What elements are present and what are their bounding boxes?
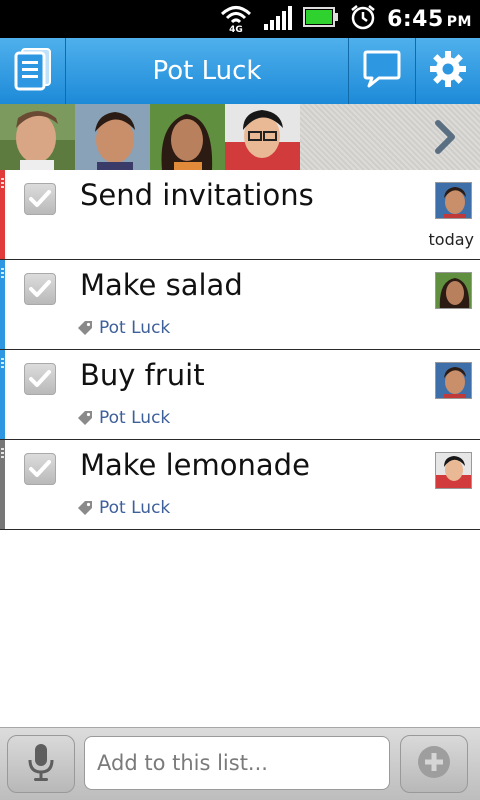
add-icon bbox=[417, 745, 451, 783]
chevron-right-icon[interactable] bbox=[432, 120, 458, 158]
task-row[interactable]: Buy fruit Pot Luck bbox=[0, 350, 480, 440]
task-title: Send invitations bbox=[80, 178, 314, 212]
task-tag-label: Pot Luck bbox=[99, 498, 171, 518]
checkmark-icon bbox=[29, 460, 51, 477]
task-color-stripe bbox=[0, 350, 5, 439]
task-checkbox[interactable] bbox=[24, 273, 56, 305]
task-checkbox[interactable] bbox=[24, 453, 56, 485]
task-tag[interactable]: Pot Luck bbox=[77, 408, 170, 428]
task-due-date: today bbox=[428, 230, 475, 249]
page-title: Pot Luck bbox=[152, 56, 262, 86]
status-time-value: 6:45 bbox=[387, 6, 444, 32]
task-row[interactable]: Send invitations today bbox=[0, 170, 480, 260]
title-bar: Pot Luck bbox=[0, 38, 480, 104]
task-color-stripe bbox=[0, 170, 5, 259]
voice-input-button[interactable] bbox=[7, 735, 75, 793]
svg-text:4G: 4G bbox=[229, 25, 243, 33]
status-time: 6:45 PM bbox=[387, 7, 472, 32]
checkmark-icon bbox=[29, 370, 51, 387]
task-checkbox[interactable] bbox=[24, 183, 56, 215]
settings-button[interactable] bbox=[415, 38, 480, 104]
add-item-input[interactable] bbox=[84, 736, 390, 790]
battery-icon bbox=[303, 6, 339, 32]
lists-button[interactable] bbox=[0, 38, 66, 104]
alarm-icon bbox=[349, 3, 377, 35]
task-tag[interactable]: Pot Luck bbox=[77, 498, 170, 518]
list-icon bbox=[13, 47, 53, 95]
checkmark-icon bbox=[29, 190, 51, 207]
bottom-bar bbox=[0, 727, 480, 800]
task-tag[interactable]: Pot Luck bbox=[77, 318, 170, 338]
member-avatar[interactable] bbox=[225, 104, 300, 170]
task-tag-label: Pot Luck bbox=[99, 318, 171, 338]
task-row[interactable]: Make salad Pot Luck bbox=[0, 260, 480, 350]
checkmark-icon bbox=[29, 280, 51, 297]
task-checkbox[interactable] bbox=[24, 363, 56, 395]
member-avatar[interactable] bbox=[150, 104, 225, 170]
task-list: Send invitations today Make salad Pot Lu… bbox=[0, 170, 480, 530]
signal-icon bbox=[263, 4, 293, 34]
tag-icon bbox=[78, 501, 92, 515]
assignee-avatar[interactable] bbox=[435, 272, 472, 309]
microphone-icon bbox=[27, 742, 55, 786]
assignee-avatar[interactable] bbox=[435, 452, 472, 489]
tag-icon bbox=[78, 321, 92, 335]
chat-icon bbox=[363, 49, 401, 93]
members-more-area[interactable] bbox=[300, 104, 480, 170]
status-bar: 4G 6:45 PM bbox=[0, 0, 480, 38]
task-color-stripe bbox=[0, 440, 5, 529]
member-avatar[interactable] bbox=[0, 104, 75, 170]
wifi-4g-icon: 4G bbox=[219, 1, 253, 37]
task-title: Make lemonade bbox=[80, 448, 310, 482]
task-title: Make salad bbox=[80, 268, 243, 302]
assignee-avatar[interactable] bbox=[435, 182, 472, 219]
task-title: Buy fruit bbox=[80, 358, 205, 392]
member-avatar[interactable] bbox=[75, 104, 150, 170]
members-strip[interactable] bbox=[0, 104, 480, 170]
add-item-button[interactable] bbox=[400, 735, 468, 793]
status-ampm: PM bbox=[446, 13, 472, 30]
chat-button[interactable] bbox=[348, 38, 414, 104]
assignee-avatar[interactable] bbox=[435, 362, 472, 399]
task-tag-label: Pot Luck bbox=[99, 408, 171, 428]
task-color-stripe bbox=[0, 260, 5, 349]
tag-icon bbox=[78, 411, 92, 425]
gear-icon bbox=[428, 49, 468, 93]
task-row[interactable]: Make lemonade Pot Luck bbox=[0, 440, 480, 530]
